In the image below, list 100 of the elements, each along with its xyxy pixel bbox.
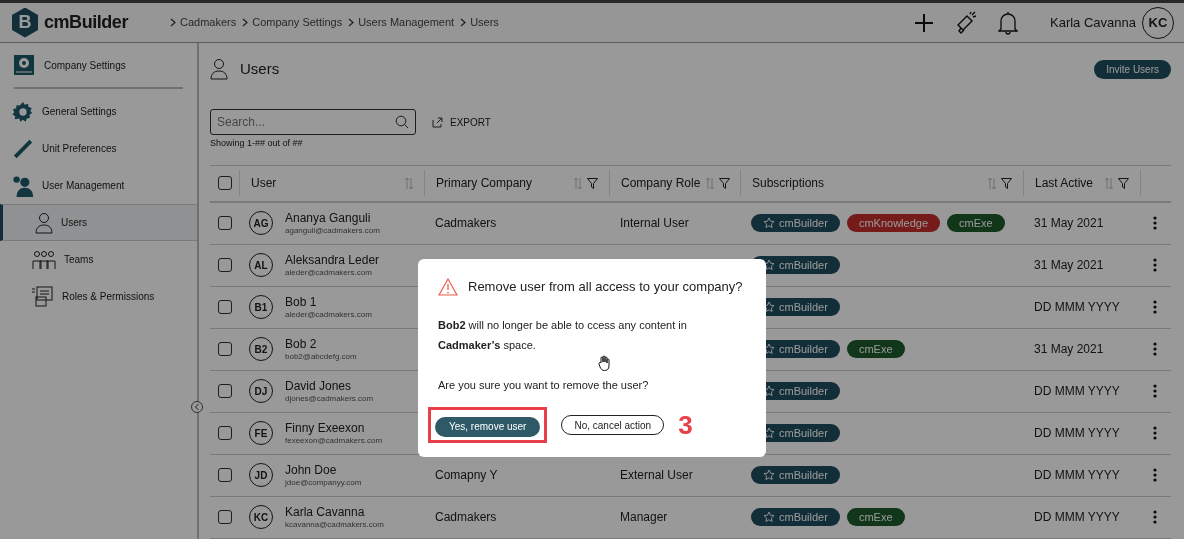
warning-icon bbox=[438, 277, 458, 296]
chevron-icon bbox=[348, 18, 355, 27]
column-header: Primary Company bbox=[436, 175, 533, 192]
user-name: Ananya Ganguli bbox=[285, 210, 372, 226]
last-active-date: 31 May 2021 bbox=[1034, 216, 1104, 230]
user-icon bbox=[210, 58, 228, 80]
checkbox[interactable] bbox=[217, 300, 232, 314]
filter-icon[interactable] bbox=[1001, 177, 1012, 189]
results-count: Showing 1-## out of ## bbox=[210, 137, 304, 150]
company-role: Manager bbox=[620, 510, 668, 524]
search-field[interactable]: Search... bbox=[210, 109, 416, 135]
roles-icon bbox=[32, 285, 54, 308]
more-icon[interactable] bbox=[1153, 342, 1157, 356]
subscription-tag: cmBuilder bbox=[751, 214, 840, 232]
column-header: User bbox=[251, 175, 277, 192]
plus-icon[interactable] bbox=[914, 12, 934, 33]
primary-company: Comapny Y bbox=[435, 468, 498, 482]
search-icon[interactable] bbox=[395, 115, 409, 129]
user-email: djones@cadmakers.com bbox=[285, 393, 374, 404]
primary-company: Cadmakers bbox=[435, 510, 497, 524]
user-email: aleder@cadmakers.com bbox=[285, 267, 373, 278]
dialog-question: Are you sure you want to remove the user? bbox=[438, 377, 650, 393]
company-role: Internal User bbox=[620, 216, 689, 230]
user-name: Karla Cavanna bbox=[285, 504, 366, 520]
user-email: fexeexon@cadmakers.com bbox=[285, 435, 383, 446]
filter-icon[interactable] bbox=[719, 177, 731, 189]
chevron-icon bbox=[242, 18, 249, 27]
user-email: bob2@abcdefg.com bbox=[285, 351, 357, 362]
column-header: Company Role bbox=[621, 175, 701, 192]
last-active-date: DD MMM YYYY bbox=[1034, 468, 1120, 482]
sidebar-item[interactable]: General Settings bbox=[0, 93, 197, 130]
user-email: jdoe@companyy.com bbox=[285, 477, 362, 488]
bell-icon[interactable] bbox=[998, 10, 1018, 35]
collapse-handle[interactable] bbox=[191, 401, 203, 413]
person-icon bbox=[12, 174, 34, 197]
user-name: David Jones bbox=[285, 378, 353, 394]
logo-text: cmBuilder bbox=[44, 11, 128, 34]
last-active-date: DD MMM YYYY bbox=[1034, 384, 1120, 398]
more-icon[interactable] bbox=[1153, 468, 1157, 482]
confirm-button[interactable]: Yes, remove user bbox=[435, 416, 541, 437]
breadcrumb-link[interactable]: Users Management bbox=[358, 14, 455, 31]
last-active-date: 31 May 2021 bbox=[1034, 342, 1104, 356]
more-icon[interactable] bbox=[1153, 384, 1157, 398]
checkbox[interactable] bbox=[217, 216, 232, 230]
subscription-tag: cmExe bbox=[846, 508, 905, 526]
dialog-message: Bob2 will no longer be able to ccess any content in Cadmaker’s space. bbox=[438, 317, 688, 353]
sidebar-item[interactable]: User Management bbox=[0, 167, 197, 204]
last-active-date: DD MMM YYYY bbox=[1034, 300, 1120, 314]
checkbox[interactable] bbox=[217, 176, 232, 190]
checkbox[interactable] bbox=[217, 384, 232, 398]
user-name: Aleksandra Leder bbox=[285, 252, 380, 268]
chevron-icon bbox=[460, 18, 467, 27]
building-icon bbox=[12, 53, 36, 77]
export-button[interactable]: EXPORT bbox=[432, 114, 491, 130]
subscription-tag: cmKnowledge bbox=[846, 214, 940, 232]
share-icon bbox=[432, 116, 444, 128]
user-icon bbox=[35, 211, 53, 234]
last-active-date: 31 May 2021 bbox=[1034, 258, 1104, 272]
sidebar-item[interactable]: Teams bbox=[0, 241, 197, 278]
user-email: aganguli@cadmakers.com bbox=[285, 225, 380, 236]
more-icon[interactable] bbox=[1153, 510, 1157, 524]
more-icon[interactable] bbox=[1153, 258, 1157, 272]
gear-icon bbox=[12, 100, 34, 123]
more-icon[interactable] bbox=[1153, 216, 1157, 230]
breadcrumb-link[interactable]: Company Settings bbox=[252, 14, 343, 31]
user-name: Bob 1 bbox=[285, 294, 318, 310]
dialog-title: Remove user from all access to your company? bbox=[468, 278, 743, 296]
filter-icon[interactable] bbox=[1118, 177, 1129, 189]
page-title: Users bbox=[240, 58, 280, 79]
sidebar-title: Company Settings bbox=[44, 58, 126, 73]
sidebar-item[interactable]: Unit Preferences bbox=[0, 130, 197, 167]
checkbox[interactable] bbox=[217, 426, 232, 440]
checkbox[interactable] bbox=[217, 342, 232, 356]
user-name: Bob 2 bbox=[285, 336, 318, 352]
user-name: Finny Exeexon bbox=[285, 420, 366, 436]
checkbox[interactable] bbox=[217, 468, 232, 482]
subscription-tag: cmBuilder bbox=[751, 508, 840, 526]
logo-mark: B bbox=[12, 7, 38, 38]
more-icon[interactable] bbox=[1153, 426, 1157, 440]
column-header: Last Active bbox=[1035, 175, 1094, 192]
user-name[interactable]: Karla Cavanna bbox=[1050, 12, 1136, 33]
user-name: John Doe bbox=[285, 462, 338, 478]
subscription-tag: cmExe bbox=[947, 214, 1005, 232]
sidebar-item[interactable]: Users bbox=[0, 204, 197, 241]
hand-cursor-icon bbox=[598, 354, 612, 371]
checkbox[interactable] bbox=[217, 510, 232, 524]
user-email: aleder@cadmakers.com bbox=[285, 309, 372, 320]
last-active-date: DD MMM YYYY bbox=[1034, 426, 1120, 440]
breadcrumb-link[interactable]: Cadmakers bbox=[180, 14, 237, 31]
user-email: kcavanna@cadmakers.com bbox=[285, 519, 384, 530]
breadcrumb-link[interactable]: Users bbox=[470, 14, 499, 31]
company-role: External User bbox=[620, 468, 693, 482]
invite-users-button[interactable]: Invite Users bbox=[1094, 59, 1171, 79]
filter-icon[interactable] bbox=[587, 177, 598, 189]
checkbox[interactable] bbox=[217, 258, 232, 272]
sidebar-item[interactable]: Roles & Permissions bbox=[0, 278, 197, 315]
more-icon[interactable] bbox=[1153, 300, 1157, 314]
star-icon bbox=[763, 217, 775, 229]
ruler-icon bbox=[12, 137, 34, 160]
last-active-date: DD MMM YYYY bbox=[1034, 510, 1120, 524]
